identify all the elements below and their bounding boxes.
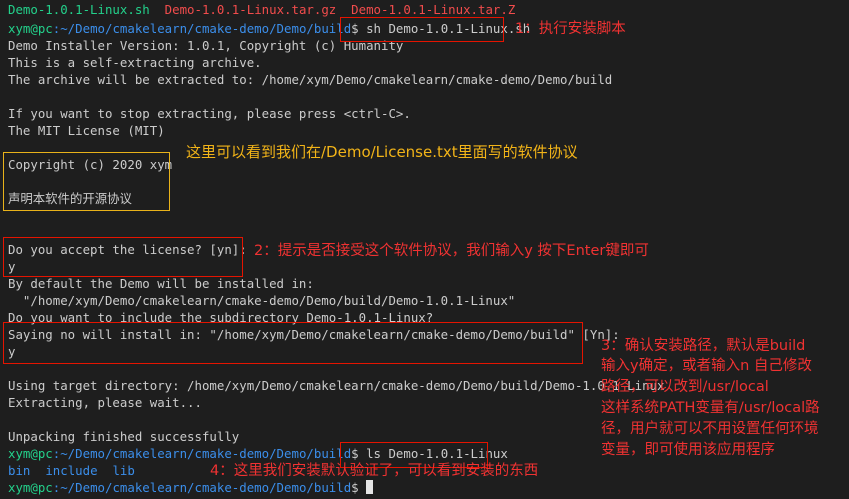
prompt-user: xym@pc bbox=[8, 446, 53, 461]
ls-output-directories: bin include lib bbox=[8, 462, 135, 479]
dir-bin: bin bbox=[8, 463, 31, 478]
file-tar-gz: Demo-1.0.1-Linux.tar.gz bbox=[164, 2, 337, 17]
terminal-cursor bbox=[366, 480, 374, 494]
annotation-note-4: 4：这里我们安装默认验证了，可以看到安装的东西 bbox=[210, 463, 539, 479]
output-default-install: By default the Demo will be installed in… bbox=[8, 276, 314, 291]
output-license-name: The MIT License (MIT) bbox=[8, 123, 165, 138]
output-extract-target: The archive will be extracted to: /home/… bbox=[8, 72, 613, 87]
ls-output-files: Demo-1.0.1-Linux.sh Demo-1.0.1-Linux.tar… bbox=[8, 1, 515, 18]
annotation-box-license bbox=[3, 152, 170, 211]
prompt-symbol: $ bbox=[351, 480, 367, 495]
file-sh: Demo-1.0.1-Linux.sh bbox=[8, 2, 150, 17]
output-self-extracting: This is a self-extracting archive. bbox=[8, 55, 262, 70]
annotation-note-license: 这里可以看到我们在/Demo/License.txt里面写的软件协议 bbox=[186, 143, 578, 161]
annotation-note-3-line-4: 这样系统PATH变量有/usr/local路 bbox=[601, 400, 820, 416]
prompt-user: xym@pc bbox=[8, 480, 53, 495]
file-tar-z: Demo-1.0.1-Linux.tar.Z bbox=[351, 2, 516, 17]
annotation-note-3-line-2: 输入y确定，或者输入n 自己修改 bbox=[601, 358, 812, 374]
prompt-line-3[interactable]: xym@pc:~/Demo/cmakelearn/cmake-demo/Demo… bbox=[8, 479, 374, 496]
output-default-path: "/home/xym/Demo/cmakelearn/cmake-demo/De… bbox=[8, 293, 516, 308]
annotation-note-3-line-6: 变量，即可使用该应用程序 bbox=[601, 442, 775, 458]
annotation-note-3-line-5: 径，用户就可以不用设置任何环境 bbox=[601, 421, 819, 437]
prompt-path: :~/Demo/cmakelearn/cmake-demo/Demo/build bbox=[52, 446, 352, 461]
annotation-box-install-path bbox=[3, 322, 583, 364]
prompt-path: :~/Demo/cmakelearn/cmake-demo/Demo/build bbox=[52, 21, 352, 36]
annotation-box-install-command bbox=[340, 17, 504, 42]
prompt-user: xym@pc bbox=[8, 21, 53, 36]
annotation-note-3-line-3: 路径，可以改到/usr/local bbox=[601, 379, 769, 395]
annotation-box-accept-license bbox=[3, 237, 243, 277]
dir-lib: lib bbox=[112, 463, 135, 478]
prompt-path: :~/Demo/cmakelearn/cmake-demo/Demo/build bbox=[52, 480, 352, 495]
output-unpacking-finished: Unpacking finished successfully bbox=[8, 429, 240, 444]
annotation-note-2: 2：提示是否接受这个软件协议，我们输入y 按下Enter键即可 bbox=[254, 243, 649, 259]
annotation-note-3-line-1: 3：确认安装路径，默认是build bbox=[601, 338, 806, 354]
annotation-note-1: 1：执行安装脚本 bbox=[515, 21, 626, 37]
output-extracting: Extracting, please wait... bbox=[8, 395, 202, 410]
dir-include: include bbox=[45, 463, 98, 478]
output-using-target: Using target directory: /home/xym/Demo/c… bbox=[8, 378, 665, 393]
output-stop-hint: If you want to stop extracting, please p… bbox=[8, 106, 411, 121]
